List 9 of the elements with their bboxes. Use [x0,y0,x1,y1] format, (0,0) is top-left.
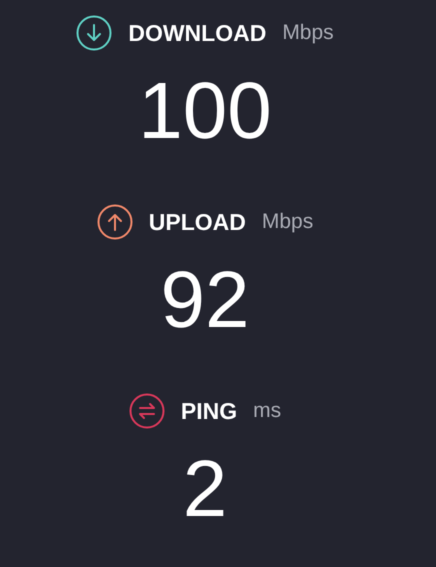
metric-value: 92 [160,260,250,340]
metric-value: 100 [138,71,272,151]
metric-label: PING [180,398,238,424]
unit-label: Mbps [282,21,334,45]
metric-label: DOWNLOAD [128,20,266,46]
metric-label: UPLOAD [148,208,246,236]
unit-label: ms [253,399,282,423]
unit-label: Mbps [262,210,314,234]
metric-value: 2 [182,449,228,529]
